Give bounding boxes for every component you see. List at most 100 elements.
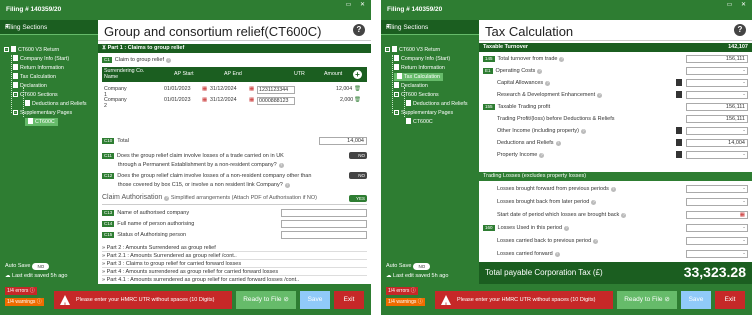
calculator-icon[interactable] [676, 91, 682, 98]
close-icon[interactable]: ✕ [739, 2, 748, 9]
status-authorising-input[interactable] [281, 231, 367, 239]
help-icon[interactable]: ? [353, 24, 365, 36]
sidebar-item-ct600-sections[interactable]: − CT600 Sections [13, 91, 58, 99]
part41-link[interactable]: » Part 4.1 : Amounts surrendered as grou… [102, 276, 367, 284]
collapse-icon[interactable]: ◂ [5, 23, 97, 30]
exit-button[interactable]: Exit [715, 291, 745, 309]
help-icon[interactable]: ? [539, 153, 545, 158]
help-icon[interactable]: ? [545, 81, 551, 86]
rd-input[interactable]: - [686, 91, 748, 99]
calendar-icon[interactable]: ▦ [249, 97, 254, 103]
sidebar-item-declaration[interactable]: Declaration [13, 82, 47, 90]
part2-link[interactable]: » Part 2 : Amounts Surrendered as group … [102, 244, 367, 252]
help-icon[interactable]: ? [580, 129, 586, 134]
calendar-icon[interactable]: ▦ [740, 210, 745, 220]
sidebar-item-return-info[interactable]: Return Information [394, 64, 445, 72]
help-icon[interactable]: ? [554, 252, 560, 257]
part4-link[interactable]: » Part 4 : Amounts surrendered as group … [102, 268, 367, 276]
help-icon[interactable]: ? [593, 239, 599, 244]
q1-toggle[interactable]: NO [349, 152, 367, 159]
sidebar-item-deductions[interactable]: Deductions and Reliefs [25, 100, 86, 108]
cell-utr[interactable]: 1231123344 [257, 86, 295, 94]
sidebar-item-supplementary[interactable]: − Supplementary Pages [13, 109, 72, 117]
losses-cb-input[interactable]: - [686, 237, 748, 245]
calendar-icon[interactable]: ▦ [202, 86, 207, 92]
sidebar-item-deductions[interactable]: Deductions and Reliefs [406, 100, 467, 108]
capital-allowances-input[interactable]: - [686, 79, 748, 87]
sidebar-item-return-info[interactable]: Return Information [13, 64, 64, 72]
losses-cf-input[interactable]: - [686, 250, 748, 258]
help-icon[interactable]: ? [734, 24, 746, 36]
sidebar-item-ct600c[interactable]: CT600C [25, 118, 58, 126]
losses-used-input[interactable]: - [686, 224, 748, 232]
auto-save-toggle[interactable]: NO [413, 263, 431, 270]
warnings-badge[interactable]: 1/4 warnings ⓘ [386, 298, 425, 306]
auto-save-toggle[interactable]: NO [32, 263, 50, 270]
help-icon[interactable]: ? [610, 187, 616, 192]
help-icon[interactable]: ? [165, 58, 171, 63]
close-icon[interactable]: ✕ [358, 2, 367, 9]
part21-link[interactable]: » Part 2.1 : Amounts Surrendered as grou… [102, 252, 367, 260]
authorised-company-input[interactable] [281, 209, 367, 217]
deductions-input[interactable]: 14,004 [686, 139, 748, 147]
sidebar-item-company-info[interactable]: Company Info (Start) [13, 55, 69, 63]
delete-icon[interactable]: 🗑 [354, 97, 361, 103]
add-row-button[interactable]: + [353, 70, 362, 79]
ready-to-file-button[interactable]: Ready to File ⊘ [236, 291, 296, 309]
collapse-toggle-icon[interactable]: − [4, 47, 9, 52]
help-icon[interactable]: ? [564, 226, 570, 231]
sidebar-item-declaration[interactable]: Declaration [394, 82, 428, 90]
person-authorising-input[interactable] [281, 220, 367, 228]
help-icon[interactable]: ? [559, 57, 565, 62]
collapse-toggle-icon[interactable]: − [385, 47, 390, 52]
start-date-input[interactable] [686, 211, 748, 219]
calendar-icon[interactable]: ▦ [202, 97, 207, 103]
delete-icon[interactable]: 🗑 [354, 86, 361, 92]
sidebar-item-ct600-sections[interactable]: − CT600 Sections [394, 91, 439, 99]
warnings-badge[interactable]: 1/4 warnings ⓘ [5, 298, 44, 306]
calculator-icon[interactable] [676, 139, 682, 146]
collapse-toggle-icon[interactable]: − [394, 110, 399, 115]
save-button[interactable]: Save [681, 291, 711, 309]
collapse-icon[interactable]: ◂ [386, 23, 478, 30]
losses-bf-input[interactable]: - [686, 185, 748, 193]
restore-icon[interactable]: ▭ [725, 2, 734, 9]
sidebar-item-tax-calc[interactable]: Tax Calculation [13, 73, 56, 81]
calculator-icon[interactable] [676, 151, 682, 158]
turnover-input[interactable]: 156,111 [686, 55, 748, 63]
part3-link[interactable]: » Part 3 : Claims to group relief for ca… [102, 260, 367, 268]
sidebar-item-company-info[interactable]: Company Info (Start) [394, 55, 450, 63]
save-button[interactable]: Save [300, 291, 330, 309]
help-icon[interactable]: ? [591, 200, 597, 205]
sidebar-item-ct600c[interactable]: CT600C [406, 118, 433, 126]
help-icon[interactable]: ? [621, 213, 627, 218]
collapse-toggle-icon[interactable]: − [13, 110, 18, 115]
tree-root[interactable]: − CT600 V3 Return [385, 46, 440, 54]
help-icon[interactable]: ? [537, 69, 543, 74]
help-icon[interactable]: ? [597, 93, 603, 98]
help-icon[interactable]: ? [164, 196, 170, 201]
calculator-icon[interactable] [676, 79, 682, 86]
operating-costs-input[interactable]: - [686, 67, 748, 75]
calculator-icon[interactable] [676, 127, 682, 134]
sidebar-item-tax-calc[interactable]: Tax Calculation [394, 73, 443, 81]
calendar-icon[interactable]: ▦ [249, 86, 254, 92]
q2-toggle[interactable]: NO [349, 172, 367, 179]
losses-bb-input[interactable]: - [686, 198, 748, 206]
ready-to-file-button[interactable]: Ready to File ⊘ [617, 291, 677, 309]
tree-root[interactable]: − CT600 V3 Return [4, 46, 59, 54]
errors-badge[interactable]: 1/4 errors ⓘ [386, 287, 418, 295]
help-icon[interactable]: ? [278, 163, 284, 168]
collapse-toggle-icon[interactable]: − [394, 92, 399, 97]
restore-icon[interactable]: ▭ [344, 2, 353, 9]
auth-toggle[interactable]: YES [349, 195, 367, 202]
property-income-input[interactable]: - [686, 151, 748, 159]
exit-button[interactable]: Exit [334, 291, 364, 309]
part1-header[interactable]: ⊻ Part 1 : Claims to group relief [98, 44, 371, 53]
collapse-toggle-icon[interactable]: − [13, 92, 18, 97]
other-income-input[interactable]: - [686, 127, 748, 135]
errors-badge[interactable]: 1/4 errors ⓘ [5, 287, 37, 295]
cell-utr[interactable]: 0000888123 [257, 97, 295, 105]
help-icon[interactable]: ? [555, 141, 561, 146]
help-icon[interactable]: ? [284, 183, 290, 188]
